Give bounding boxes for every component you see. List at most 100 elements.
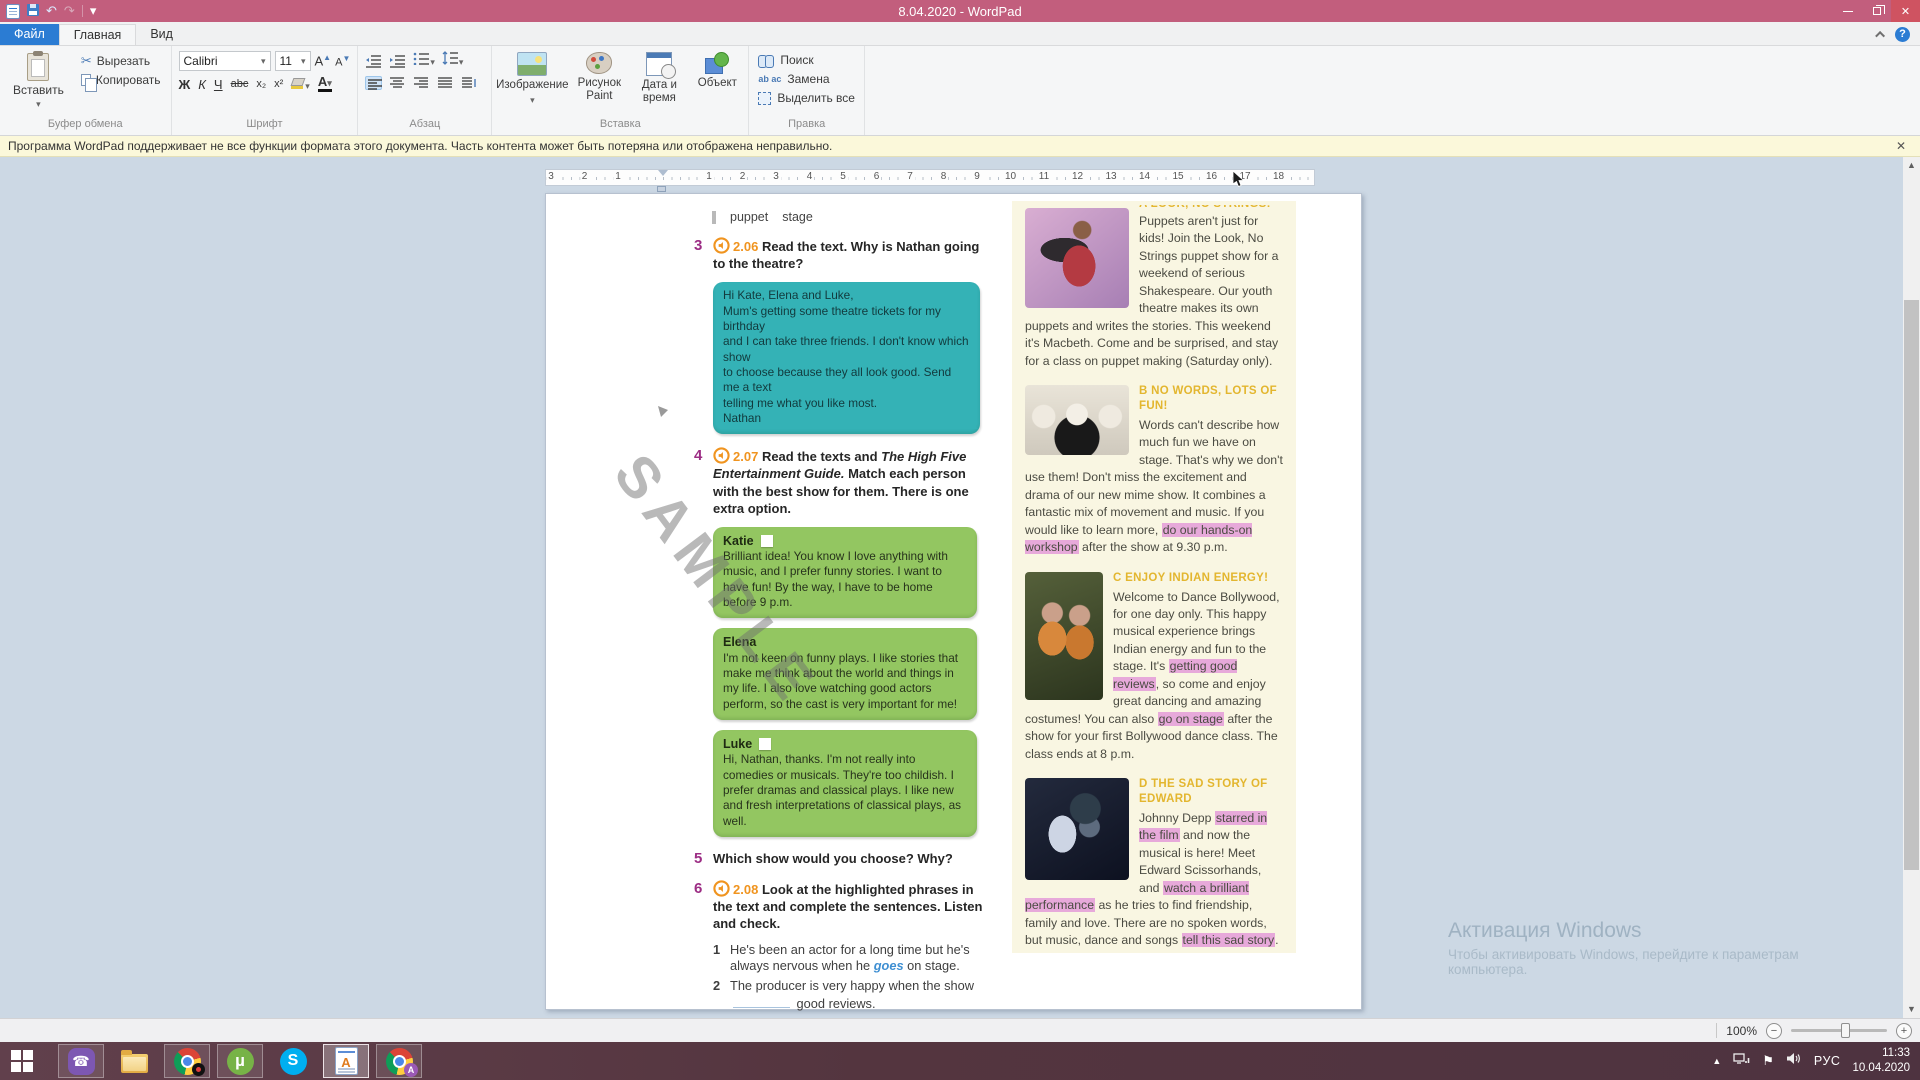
audio-track-number: 2.07: [733, 449, 758, 464]
ruler[interactable]: 321123456789101112131415161718: [545, 169, 1315, 186]
exercise-5-heading: 5 Which show would you choose? Why?: [694, 850, 986, 867]
chevron-down-icon: ▾: [261, 56, 266, 67]
first-line-indent-marker[interactable]: [658, 170, 668, 176]
title-bar: ↶ ↷ ▾ 8.04.2020 - WordPad ✕: [0, 0, 1920, 22]
copy-button[interactable]: Копировать: [78, 71, 164, 89]
increase-indent-button[interactable]: [389, 54, 406, 68]
insert-picture-button[interactable]: Изображение ▾: [499, 51, 565, 107]
text-segment: The producer is very happy when the show: [730, 978, 974, 993]
exercise-4-heading: 4 2.07 Read the texts and The High Five …: [694, 447, 986, 517]
zoom-in-button[interactable]: +: [1896, 1023, 1912, 1039]
replace-button[interactable]: ab ac Замена: [756, 70, 831, 88]
person-name-row: Luke: [723, 736, 967, 752]
subscript-button[interactable]: x₂: [256, 78, 266, 90]
taskbar: ☎ µ S A A ▲ ⚑ РУС 11:33 10.04.2020: [0, 1042, 1920, 1080]
select-all-button[interactable]: Выделить все: [756, 89, 857, 107]
guide-section-a: A LOOK, NO STRINGS!Puppets aren't just f…: [1025, 205, 1283, 370]
ruler-number: 15: [1170, 171, 1185, 182]
group-label-font: Шрифт: [179, 118, 351, 135]
vertical-scrollbar[interactable]: ▲ ▼: [1903, 157, 1920, 1018]
taskbar-utorrent[interactable]: µ: [217, 1044, 263, 1078]
highlight-color-button[interactable]: ▾: [291, 77, 310, 92]
zoom-out-button[interactable]: −: [1766, 1023, 1782, 1039]
font-size-combo[interactable]: 11 ▾: [275, 51, 311, 71]
taskbar-wordpad-active[interactable]: A: [323, 1044, 369, 1078]
taskbar-chrome-profile[interactable]: A: [376, 1044, 422, 1078]
person-name: Luke: [723, 736, 752, 752]
start-button[interactable]: [0, 1042, 44, 1080]
language-indicator[interactable]: РУС: [1814, 1054, 1841, 1068]
ruler-number: 1: [704, 171, 714, 182]
text-segment: on stage.: [904, 958, 960, 973]
align-right-button[interactable]: [413, 76, 430, 90]
tab-home[interactable]: Главная: [59, 24, 137, 45]
tab-view[interactable]: Вид: [136, 24, 187, 45]
group-label-insert: Вставка: [499, 118, 741, 135]
scrollbar-thumb[interactable]: [1904, 300, 1919, 870]
exercise-3-heading: 3 2.06 Read the text. Why is Nathan goin…: [694, 237, 986, 272]
ruler-number: 2: [738, 171, 748, 182]
select-all-icon: [758, 92, 771, 105]
tray-clock[interactable]: 11:33 10.04.2020: [1852, 1046, 1914, 1076]
underline-button[interactable]: Ч: [214, 77, 223, 92]
volume-icon[interactable]: [1786, 1052, 1802, 1070]
group-label-editing: Правка: [756, 118, 857, 135]
font-name-combo[interactable]: Calibri ▾: [179, 51, 271, 71]
calendar-clock-icon: [646, 52, 672, 76]
recording-badge-icon: [192, 1063, 205, 1076]
align-left-button[interactable]: [365, 76, 382, 90]
ruler-number: 7: [905, 171, 915, 182]
insert-object-button[interactable]: Объект: [693, 51, 741, 91]
document-page[interactable]: puppet stage 3 2.06 Read the text. Why i…: [545, 193, 1362, 1010]
answer-checkbox: [759, 738, 771, 750]
italic-button[interactable]: К: [198, 77, 206, 92]
strikethrough-button[interactable]: abc: [231, 78, 249, 90]
paragraph-dialog-button[interactable]: [461, 76, 478, 90]
group-editing: Поиск ab ac Замена Выделить все Правка: [749, 46, 865, 135]
highlighted-phrase: tell this sad story: [1182, 933, 1276, 947]
person-name: Elena: [723, 634, 756, 650]
ruler-number: 10: [1003, 171, 1018, 182]
left-indent-marker[interactable]: [657, 186, 666, 192]
zoom-slider[interactable]: [1791, 1029, 1887, 1032]
bold-button[interactable]: Ж: [179, 77, 191, 92]
paste-button[interactable]: Вставить ▾: [7, 51, 70, 112]
insert-paint-drawing-button[interactable]: Рисунок Paint: [573, 51, 625, 104]
find-button[interactable]: Поиск: [756, 51, 815, 69]
ruler-number: 13: [1103, 171, 1118, 182]
align-center-button[interactable]: [389, 76, 406, 90]
insert-datetime-button[interactable]: Дата и время: [633, 51, 685, 106]
warning-text: Программа WordPad поддерживает не все фу…: [8, 139, 832, 153]
list-button[interactable]: ▾: [413, 51, 435, 70]
guide-section-title: A LOOK, NO STRINGS!: [1139, 205, 1283, 212]
audio-track-number: 2.06: [733, 239, 758, 254]
scroll-up-button[interactable]: ▲: [1903, 157, 1920, 174]
zoom-slider-thumb[interactable]: [1841, 1023, 1850, 1038]
superscript-button[interactable]: x²: [274, 78, 283, 90]
decrease-indent-button[interactable]: [365, 54, 382, 68]
taskbar-skype[interactable]: S: [270, 1044, 316, 1078]
line-spacing-button[interactable]: ▾: [442, 51, 464, 70]
status-bar: 100% − +: [0, 1018, 1920, 1042]
collapse-ribbon-button[interactable]: [1878, 31, 1885, 38]
taskbar-file-explorer[interactable]: [111, 1044, 157, 1078]
scroll-down-button[interactable]: ▼: [1903, 1001, 1920, 1018]
tab-file[interactable]: Файл: [0, 24, 59, 45]
tray-expand-chevron[interactable]: ▲: [1712, 1056, 1721, 1066]
ruler-number: 18: [1271, 171, 1286, 182]
taskbar-viber[interactable]: ☎: [58, 1044, 104, 1078]
object-icon: [705, 52, 729, 74]
shrink-font-button[interactable]: A▼: [335, 54, 350, 69]
action-center-flag-icon[interactable]: ⚑: [1762, 1053, 1774, 1069]
chevron-down-icon: ▾: [530, 95, 535, 105]
text-segment: Johnny Depp: [1139, 811, 1215, 825]
network-icon[interactable]: [1733, 1052, 1750, 1070]
cut-button[interactable]: ✂ Вырезать: [78, 51, 164, 71]
warning-close-button[interactable]: ✕: [1896, 139, 1912, 153]
help-button[interactable]: ?: [1895, 27, 1910, 42]
font-color-button[interactable]: A▾: [318, 76, 332, 92]
guide-section-c: C ENJOY INDIAN ENERGY!Welcome to Dance B…: [1025, 569, 1283, 763]
justify-button[interactable]: [437, 76, 454, 90]
taskbar-chrome[interactable]: [164, 1044, 210, 1078]
grow-font-button[interactable]: A▲: [315, 53, 332, 68]
